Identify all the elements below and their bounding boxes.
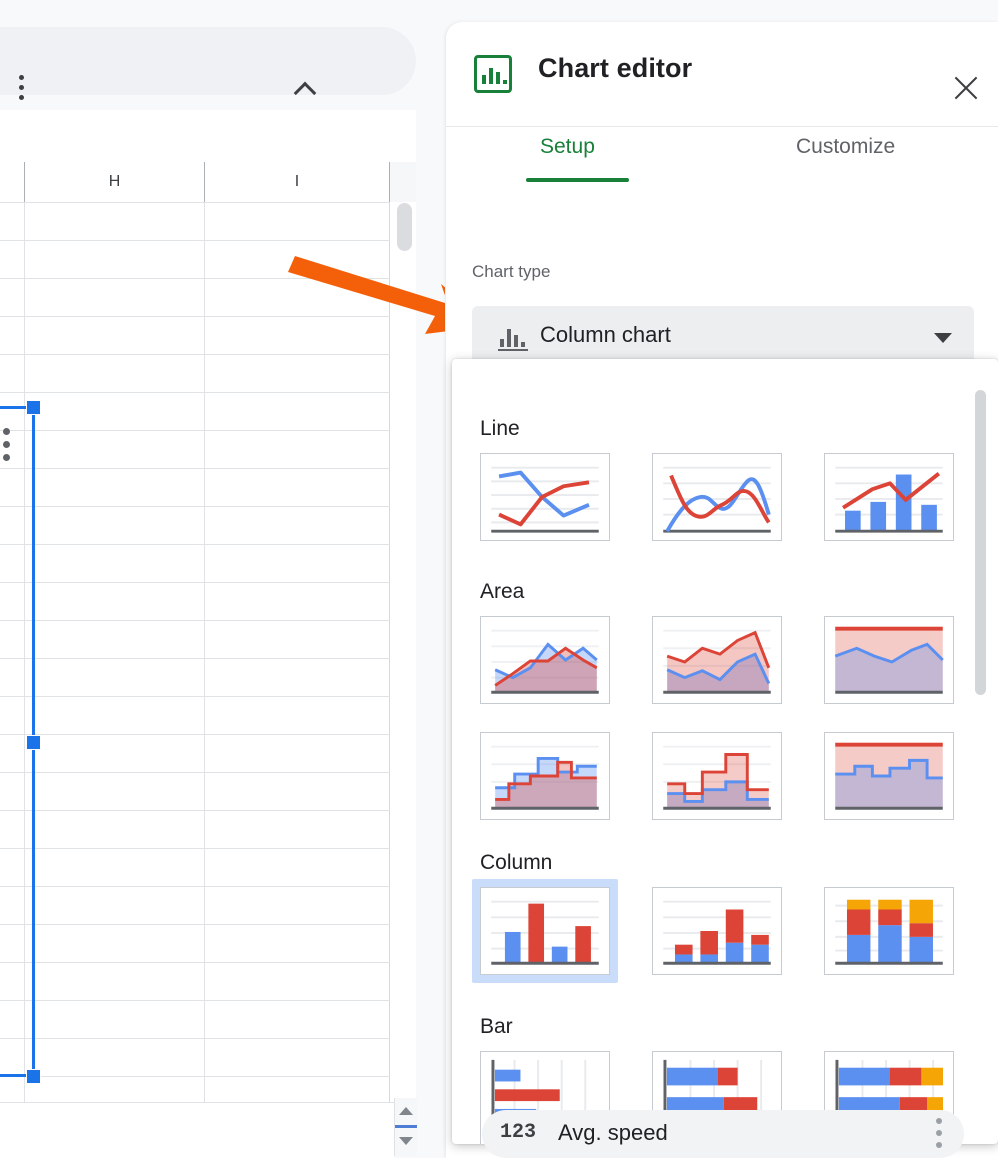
- group-title-column: Column: [480, 851, 553, 874]
- grid-row-line: [0, 658, 390, 659]
- chart-type-label: Chart type: [472, 262, 551, 281]
- scroll-arrows[interactable]: [394, 1098, 417, 1156]
- chevron-up-icon[interactable]: [292, 75, 322, 97]
- grid-col-line: [204, 202, 205, 1102]
- dropdown-scrollbar[interactable]: [975, 390, 986, 695]
- close-icon[interactable]: [948, 70, 984, 106]
- group-title-area: Area: [480, 580, 525, 603]
- grid-row-line: [0, 506, 390, 507]
- grid-row-line: [0, 202, 390, 203]
- column-chart-icon: [498, 325, 528, 351]
- grid-row-line: [0, 278, 390, 279]
- grid-row-line: [0, 240, 390, 241]
- chart-option-smooth-line[interactable]: [652, 453, 782, 541]
- grid-row-line: [0, 1038, 390, 1039]
- grid-row-line: [0, 582, 390, 583]
- field-chip-avg-speed[interactable]: 123 Avg. speed: [482, 1110, 964, 1158]
- spreadsheet-area: ✦ H I: [0, 0, 445, 1158]
- tab-customize[interactable]: Customize: [796, 135, 895, 159]
- chart-option-stacked-column[interactable]: [652, 887, 782, 975]
- chart-option-column[interactable]: [480, 887, 610, 975]
- scroll-down-arrow-icon[interactable]: [399, 1137, 413, 1145]
- grid: H I: [0, 162, 416, 1102]
- chart-type-options: Line Area Column Bar: [452, 359, 998, 1144]
- chart-option-100-stacked-column[interactable]: [824, 887, 954, 975]
- grid-row-line: [0, 924, 390, 925]
- kebab-menu-icon[interactable]: [19, 75, 24, 100]
- chevron-down-icon[interactable]: [934, 333, 952, 343]
- grid-row-line: [0, 734, 390, 735]
- chart-option-area[interactable]: [480, 616, 610, 704]
- chart-option-100-stacked-stepped-area[interactable]: [824, 732, 954, 820]
- grid-row-line: [0, 696, 390, 697]
- selection-handle[interactable]: [26, 1069, 41, 1084]
- grid-row-line: [0, 886, 390, 887]
- formula-bar-strip: [0, 110, 416, 162]
- grid-row-line: [0, 392, 390, 393]
- scroll-divider: [395, 1125, 417, 1128]
- grid-row-line: [0, 354, 390, 355]
- chart-option-combo[interactable]: [824, 453, 954, 541]
- selection-handle[interactable]: [26, 400, 41, 415]
- selection-handle[interactable]: [26, 735, 41, 750]
- chart-option-stacked-area[interactable]: [652, 616, 782, 704]
- group-title-bar: Bar: [480, 1015, 513, 1038]
- chart-option-line[interactable]: [480, 453, 610, 541]
- tab-setup[interactable]: Setup: [540, 135, 595, 159]
- grid-right-band: [390, 202, 416, 1102]
- field-chip-label: Avg. speed: [558, 1120, 668, 1145]
- grid-row-line: [0, 544, 390, 545]
- chart-option-stepped-area[interactable]: [480, 732, 610, 820]
- chart-option-100-stacked-area[interactable]: [824, 616, 954, 704]
- grid-row-line: [0, 1000, 390, 1001]
- grid-row-line: [0, 772, 390, 773]
- grid-row-line: [0, 962, 390, 963]
- grid-row-line: [0, 810, 390, 811]
- scroll-up-arrow-icon[interactable]: [399, 1107, 413, 1115]
- grid-row-line: [0, 620, 390, 621]
- vertical-scrollbar[interactable]: [397, 203, 412, 251]
- bar-chart-icon: [474, 55, 512, 93]
- number-format-badge: 123: [500, 1121, 537, 1144]
- chart-object-kebab-menu-icon[interactable]: [3, 428, 10, 461]
- grid-row-line: [0, 848, 390, 849]
- grid-lines: [0, 202, 416, 1102]
- spreadsheet-toolbar: ✦: [0, 27, 416, 100]
- column-header-i[interactable]: I: [205, 162, 390, 202]
- chart-type-value: Column chart: [540, 322, 671, 347]
- app-root: ✦ H I: [0, 0, 998, 1158]
- tab-active-indicator: [526, 178, 629, 182]
- grid-row-line: [0, 468, 390, 469]
- column-headers: H I: [0, 162, 416, 203]
- chart-type-dropdown[interactable]: Line Area Column Bar: [452, 359, 998, 1144]
- chart-editor-panel: Chart editor Setup Customize Chart type …: [446, 22, 998, 1158]
- panel-tabs: Setup Customize: [446, 127, 998, 192]
- page-title: Chart editor: [538, 53, 693, 83]
- sheet-bottom-edge: [0, 1102, 416, 1103]
- column-header-h[interactable]: H: [25, 162, 205, 202]
- sheet-bottom-fill: [0, 1102, 394, 1158]
- chart-option-stacked-stepped-area[interactable]: [652, 732, 782, 820]
- group-title-line: Line: [480, 417, 520, 440]
- grid-col-line: [24, 202, 25, 1102]
- kebab-menu-icon[interactable]: [936, 1118, 942, 1148]
- column-header-g[interactable]: [0, 162, 25, 202]
- grid-row-line: [0, 316, 390, 317]
- grid-row-line: [0, 430, 390, 431]
- grid-row-line: [0, 1076, 390, 1077]
- panel-header: Chart editor: [446, 22, 998, 127]
- column-header-j[interactable]: [390, 162, 416, 202]
- grid-col-line: [389, 202, 390, 1102]
